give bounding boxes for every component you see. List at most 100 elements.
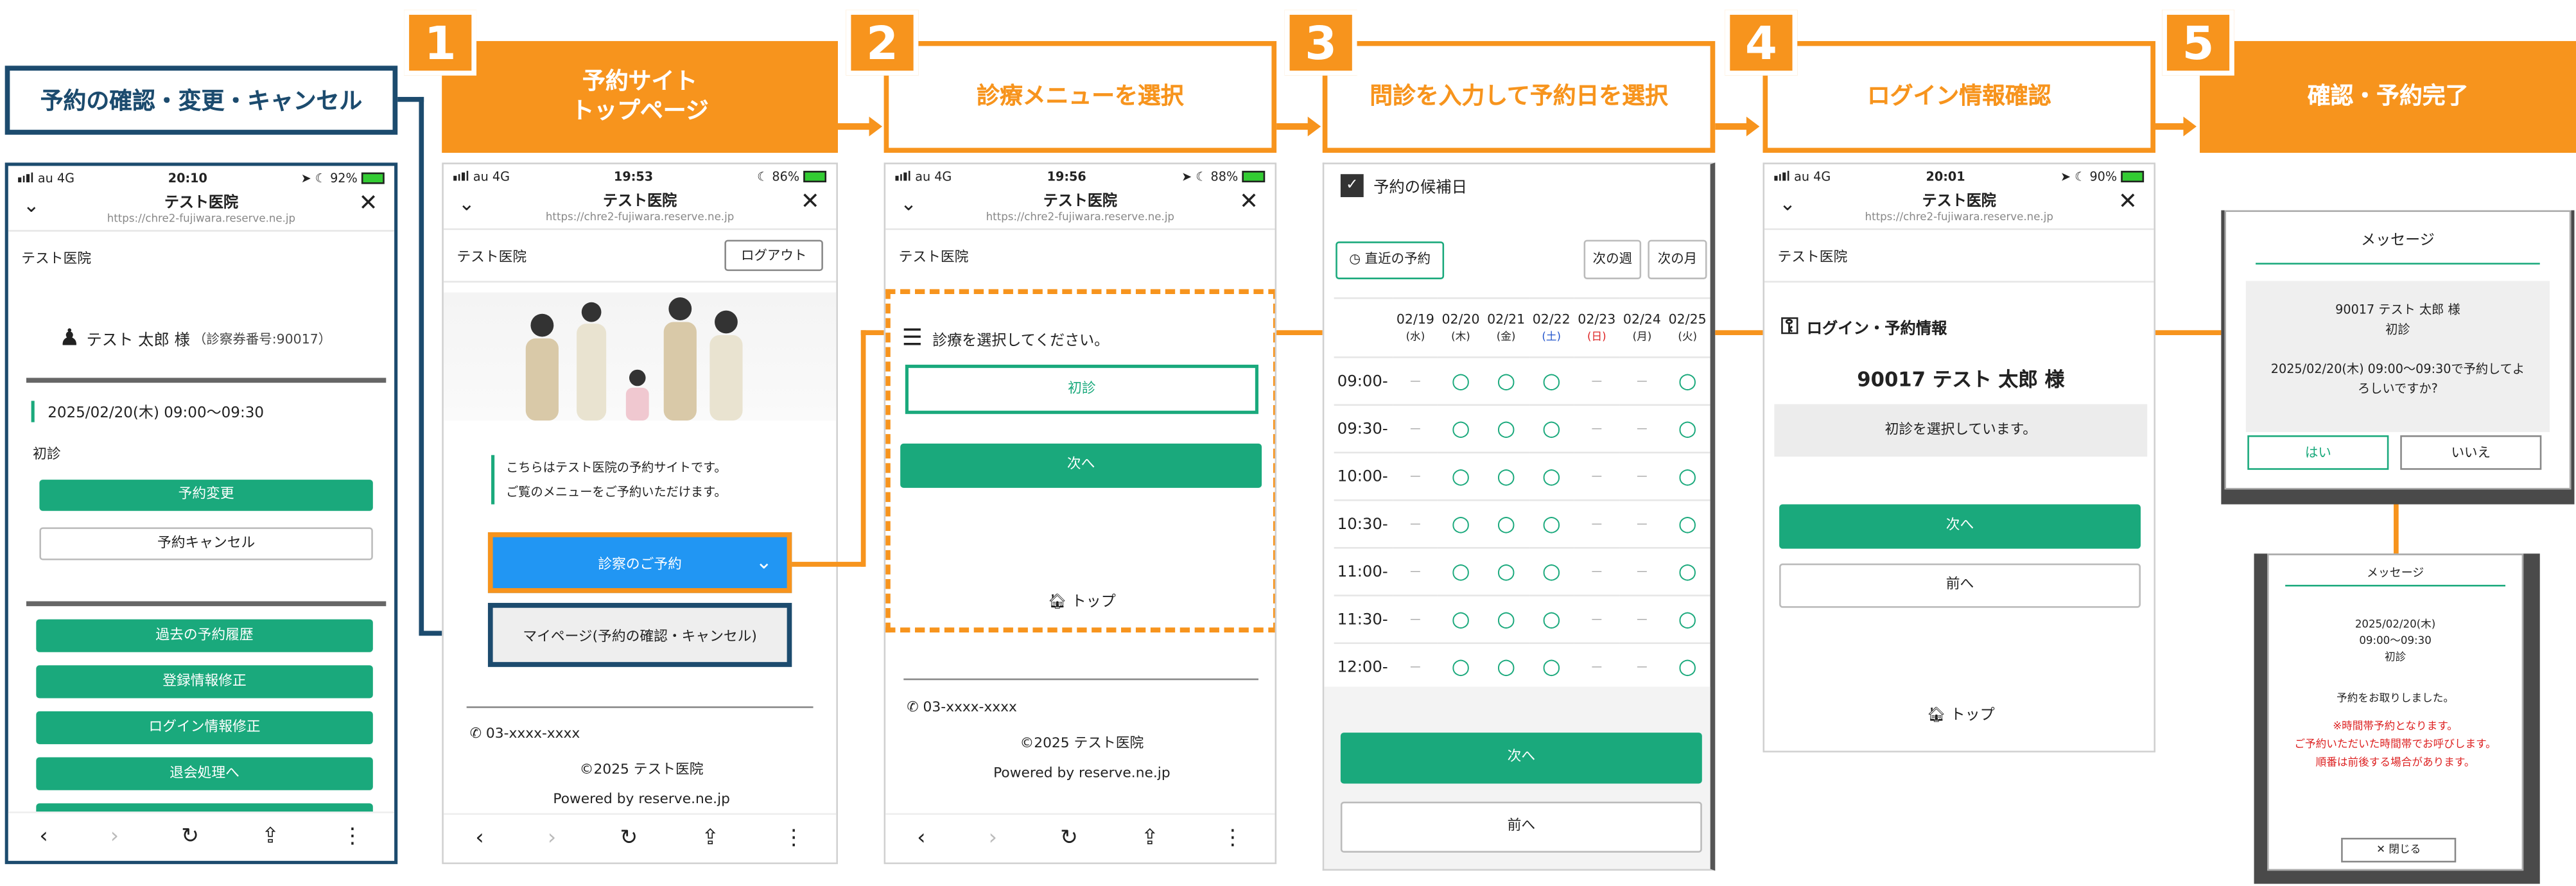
next-week-button[interactable]: 次の週 <box>1583 239 1642 279</box>
share-icon[interactable]: ⇪ <box>261 824 279 849</box>
available-slot[interactable]: ○ <box>1483 643 1529 692</box>
available-slot[interactable]: ○ <box>1438 500 1484 549</box>
back-icon[interactable]: ‹ <box>39 824 48 849</box>
yes-button[interactable]: はい <box>2247 435 2389 470</box>
close-icon[interactable]: ✕ <box>2118 189 2137 215</box>
available-slot[interactable]: ○ <box>1664 643 1710 692</box>
step-3-number: 3 <box>1284 10 1357 76</box>
available-slot[interactable]: ○ <box>1664 500 1710 549</box>
share-icon[interactable]: ⇪ <box>701 826 719 851</box>
close-icon[interactable]: ✕ <box>1239 189 1258 215</box>
unavailable-slot: － <box>1574 452 1620 501</box>
step-5-number: 5 <box>2162 10 2234 76</box>
more-icon[interactable]: ⋮ <box>783 826 804 851</box>
prev-button[interactable]: 前へ <box>1779 563 2141 608</box>
share-icon[interactable]: ⇪ <box>1141 826 1159 851</box>
more-icon[interactable]: ⋮ <box>1222 826 1243 851</box>
forward-icon[interactable]: › <box>548 826 556 851</box>
available-slot[interactable]: ○ <box>1664 548 1710 596</box>
unavailable-slot: － <box>1393 357 1438 406</box>
status-bar: au 4G 19:53 ☾ 86% <box>444 164 837 187</box>
edit-login-button[interactable]: ログイン情報修正 <box>36 711 373 745</box>
unavailable-slot: － <box>1619 548 1665 596</box>
available-slot[interactable]: ○ <box>1528 357 1574 406</box>
available-slot[interactable]: ○ <box>1483 357 1529 406</box>
connector <box>2394 504 2399 554</box>
back-icon[interactable]: ‹ <box>475 826 483 851</box>
mypage-button[interactable]: マイページ(予約の確認・キャンセル) <box>487 603 792 667</box>
available-slot[interactable]: ○ <box>1438 404 1484 454</box>
available-slot[interactable]: ○ <box>1664 595 1710 645</box>
complete-dialog: メッセージ 2025/02/20(木) 09:00〜09:30 初診 予約をお取… <box>2267 553 2524 871</box>
available-slot[interactable]: ○ <box>1528 643 1574 692</box>
available-slot[interactable]: ○ <box>1528 595 1574 645</box>
forward-icon[interactable]: › <box>110 824 119 849</box>
battery-icon <box>361 172 385 184</box>
signal-icon <box>895 169 910 180</box>
available-slot[interactable]: ○ <box>1438 643 1484 692</box>
phone-icon: ✆ <box>469 725 486 743</box>
available-slot[interactable]: ○ <box>1664 357 1710 406</box>
time-slot-row: 09:30- － ○ ○ ○ －－ ○ <box>1334 404 1710 454</box>
cancel-reservation-button[interactable]: 予約キャンセル <box>39 527 373 560</box>
signal-icon <box>1774 169 1789 180</box>
available-slot[interactable]: ○ <box>1483 500 1529 549</box>
available-slot[interactable]: ○ <box>1664 452 1710 501</box>
browser-header: ⌄ テスト医院 https://chre2-fujiwara.reserve.n… <box>1764 187 2154 230</box>
close-icon[interactable]: ✕ <box>801 189 820 215</box>
unavailable-slot: － <box>1574 548 1620 596</box>
available-slot[interactable]: ○ <box>1438 595 1484 645</box>
next-button[interactable]: 次へ <box>1779 504 2141 549</box>
available-slot[interactable]: ○ <box>1438 357 1484 406</box>
reload-icon[interactable]: ↻ <box>1060 826 1078 851</box>
available-slot[interactable]: ○ <box>1528 548 1574 596</box>
available-slot[interactable]: ○ <box>1528 452 1574 501</box>
time-label: 10:30- <box>1334 500 1393 549</box>
prev-button[interactable]: 前へ <box>1340 801 1702 853</box>
chevron-down-icon[interactable]: ⌄ <box>1779 192 1796 215</box>
no-button[interactable]: いいえ <box>2400 435 2542 470</box>
unavailable-slot: － <box>1619 643 1665 692</box>
available-slot[interactable]: ○ <box>1528 500 1574 549</box>
reload-icon[interactable]: ↻ <box>620 826 638 851</box>
top-link[interactable]: 🏠︎ トップ <box>885 590 1275 611</box>
available-slot[interactable]: ○ <box>1483 595 1529 645</box>
date-header: 02/22 (土) <box>1528 297 1574 358</box>
back-icon[interactable]: ‹ <box>917 826 925 851</box>
available-slot[interactable]: ○ <box>1483 404 1529 454</box>
reserve-button[interactable]: 診察のご予約 ⌄ <box>487 532 792 593</box>
available-slot[interactable]: ○ <box>1438 548 1484 596</box>
available-slot[interactable]: ○ <box>1438 452 1484 501</box>
location-icon: ➤ ☾ <box>1181 168 1211 184</box>
left-label: 予約の確認・変更・キャンセル <box>4 65 398 135</box>
chevron-down-icon[interactable]: ⌄ <box>900 192 917 215</box>
edit-registration-button[interactable]: 登録情報修正 <box>36 665 373 699</box>
history-button[interactable]: 過去の予約履歴 <box>36 619 373 652</box>
unavailable-slot: － <box>1619 404 1665 454</box>
next-month-button[interactable]: 次の月 <box>1648 239 1707 279</box>
logout-button[interactable]: ログアウト <box>724 239 823 272</box>
reload-icon[interactable]: ↻ <box>181 824 199 849</box>
chevron-down-icon[interactable]: ⌄ <box>23 194 40 217</box>
close-icon[interactable]: ✕ <box>358 191 378 217</box>
step-arrow <box>2155 123 2186 130</box>
top-link[interactable]: 🏠︎ トップ <box>1764 703 2154 725</box>
recent-reservation-button[interactable]: ◷ 直近の予約 <box>1336 241 1445 279</box>
menu-option-shoshin[interactable]: 初診 <box>905 365 1258 414</box>
available-slot[interactable]: ○ <box>1664 404 1710 454</box>
next-button[interactable]: 次へ <box>1340 733 1702 784</box>
next-button[interactable]: 次へ <box>900 443 1262 488</box>
close-button[interactable]: ✕ 閉じる <box>2341 837 2457 863</box>
available-slot[interactable]: ○ <box>1483 548 1529 596</box>
change-reservation-button[interactable]: 予約変更 <box>39 480 373 511</box>
status-bar: au 4G 19:56 ➤ ☾ 88% <box>885 164 1275 187</box>
notice-text: ※時間帯予約となります。 ご予約いただいた時間帯でお呼びします。 順番は前後する… <box>2294 719 2496 769</box>
more-icon[interactable]: ⋮ <box>342 824 363 849</box>
home-icon: 🏠︎ <box>1048 595 1072 611</box>
available-slot[interactable]: ○ <box>1528 404 1574 454</box>
withdraw-button[interactable]: 退会処理へ <box>36 757 373 790</box>
chevron-down-icon[interactable]: ⌄ <box>458 192 475 215</box>
forward-icon[interactable]: › <box>989 826 997 851</box>
available-slot[interactable]: ○ <box>1483 452 1529 501</box>
browser-navbar: ‹ › ↻ ⇪ ⋮ <box>8 811 395 861</box>
